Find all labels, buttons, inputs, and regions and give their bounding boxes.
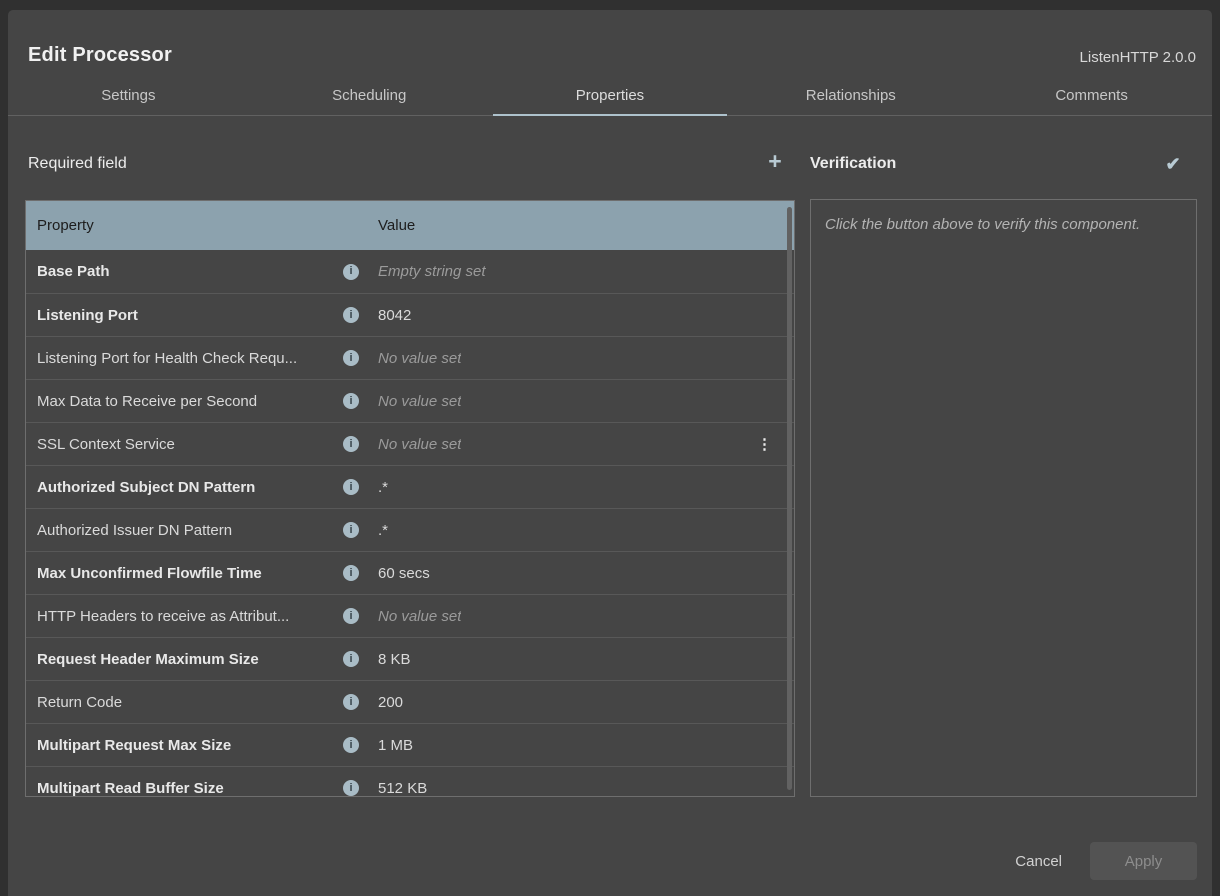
column-header-property: Property [26,217,343,234]
property-row[interactable]: Authorized Issuer DN Patterni .* [26,508,794,551]
info-icon: i [343,651,359,667]
property-row[interactable]: Multipart Read Buffer Sizei 512 KB [26,766,794,797]
info-icon: i [343,393,359,409]
property-value[interactable]: No value set [378,350,461,367]
property-name: Return Code [26,694,343,711]
property-value[interactable]: 200 [378,694,403,711]
info-icon: i [343,307,359,323]
property-name: Authorized Subject DN Pattern [26,479,343,496]
info-icon: i [343,565,359,581]
property-name: Max Unconfirmed Flowfile Time [26,565,343,582]
property-value[interactable]: .* [378,522,388,539]
property-row[interactable]: Request Header Maximum Sizei 8 KB [26,637,794,680]
info-icon: i [343,737,359,753]
info-icon: i [343,264,359,280]
property-name: Request Header Maximum Size [26,651,343,668]
property-row[interactable]: Return Codei 200 [26,680,794,723]
verification-label: Verification [810,155,896,173]
property-row[interactable]: Max Unconfirmed Flowfile Timei 60 secs [26,551,794,594]
property-value[interactable]: No value set [378,608,461,625]
plus-icon: + [768,148,781,175]
tab-relationships[interactable]: Relationships [730,75,971,115]
property-value[interactable]: 1 MB [378,737,413,754]
column-header-value: Value [378,217,415,234]
property-row[interactable]: HTTP Headers to receive as Attribut...i N… [26,594,794,637]
properties-table-body: Base PathiEmpty string setListening Port… [26,250,794,797]
property-name: Listening Port for Health Check Requ... [26,350,343,367]
dialog-title: Edit Processor [28,44,172,67]
tab-properties[interactable]: Properties [490,75,731,115]
property-row[interactable]: Max Data to Receive per Secondi No value … [26,379,794,422]
property-row[interactable]: Listening Porti 8042 [26,293,794,336]
add-property-button[interactable]: + [762,148,788,174]
property-value[interactable]: Empty string set [378,263,486,280]
property-name: Base Path [26,263,343,280]
property-row[interactable]: Authorized Subject DN Patterni .* [26,465,794,508]
property-value[interactable]: 8 KB [378,651,411,668]
property-value[interactable]: 512 KB [378,780,427,797]
property-value[interactable]: .* [378,479,388,496]
info-icon: i [343,780,359,796]
edit-processor-dialog: Edit Processor ListenHTTP 2.0.0 Settings… [8,10,1212,896]
property-row[interactable]: SSL Context Servicei No value set ⋮ [26,422,794,465]
property-name: Max Data to Receive per Second [26,393,343,410]
property-name: HTTP Headers to receive as Attribut... [26,608,343,625]
tab-comments[interactable]: Comments [971,75,1212,115]
tab-bar: SettingsSchedulingPropertiesRelationship… [8,75,1212,116]
verify-properties-button[interactable]: ✔ [1160,151,1186,177]
table-scrollbar[interactable] [787,207,792,790]
more-options-icon[interactable]: ⋮ [757,435,772,453]
info-icon: i [343,608,359,624]
property-name: Listening Port [26,307,343,324]
property-name: Multipart Request Max Size [26,737,343,754]
property-row[interactable]: Listening Port for Health Check Requ...i… [26,336,794,379]
tab-scheduling[interactable]: Scheduling [249,75,490,115]
property-row[interactable]: Multipart Request Max Sizei 1 MB [26,723,794,766]
apply-button[interactable]: Apply [1090,842,1197,880]
property-name: Authorized Issuer DN Pattern [26,522,343,539]
property-value[interactable]: 60 secs [378,565,430,582]
dialog-footer: Cancel Apply [1009,842,1197,880]
verification-message: Click the button above to verify this co… [825,216,1140,233]
property-value[interactable]: No value set [378,436,461,453]
info-icon: i [343,350,359,366]
info-icon: i [343,436,359,452]
info-icon: i [343,479,359,495]
properties-table-header: Property Value [26,201,794,250]
properties-table: Property Value Base PathiEmpty string se… [25,200,795,797]
property-value[interactable]: No value set [378,393,461,410]
info-icon: i [343,522,359,538]
verification-results-panel: Click the button above to verify this co… [810,199,1197,797]
cancel-button[interactable]: Cancel [1009,853,1068,870]
tab-settings[interactable]: Settings [8,75,249,115]
property-name: SSL Context Service [26,436,343,453]
checkmark-icon: ✔ [1165,154,1180,175]
info-icon: i [343,694,359,710]
property-name: Multipart Read Buffer Size [26,780,343,797]
processor-type-version: ListenHTTP 2.0.0 [1080,49,1196,66]
property-value[interactable]: 8042 [378,307,411,324]
screen: Edit Processor ListenHTTP 2.0.0 Settings… [0,0,1220,896]
required-field-label: Required field [28,155,127,173]
property-row[interactable]: Base Pathi Empty string set [26,250,794,293]
